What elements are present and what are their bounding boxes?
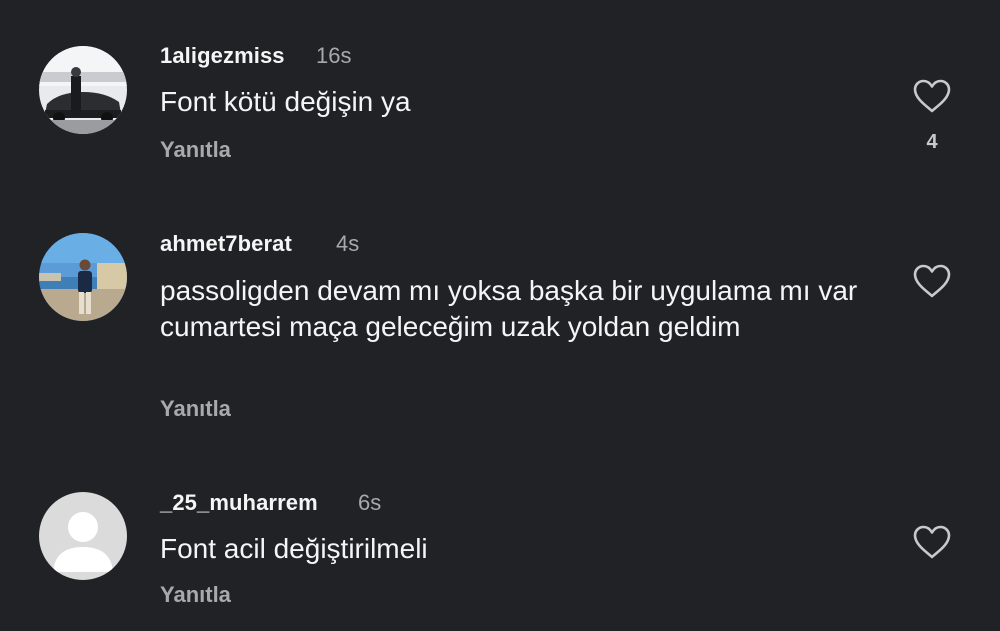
comment-username[interactable]: 1aligezmiss	[160, 43, 285, 69]
comments-screen: { "colors": { "background": "#212226", "…	[0, 0, 1000, 631]
comment-text: Font acil değiştirilmeli	[160, 533, 428, 564]
comment-username[interactable]: ahmet7berat	[160, 231, 292, 257]
heart-outline-icon	[913, 525, 951, 559]
comment-item: 1aligezmiss 16s Font kötü değişin ya Yan…	[0, 0, 1000, 190]
heart-outline-icon	[913, 264, 951, 298]
reply-button[interactable]: Yanıtla	[160, 582, 231, 608]
default-avatar-icon	[39, 492, 127, 580]
comment-timestamp: 4s	[336, 231, 360, 256]
avatar-photo	[39, 46, 127, 134]
heart-outline-icon	[913, 79, 951, 113]
like-button[interactable]	[912, 78, 952, 114]
comment-timestamp: 16s	[316, 43, 352, 68]
like-button[interactable]	[912, 263, 952, 299]
reply-button[interactable]: Yanıtla	[160, 396, 231, 422]
avatar-photo	[39, 233, 127, 321]
comment-text: passoligden devam mı yoksa başka bir uyg…	[160, 275, 858, 342]
reply-button[interactable]: Yanıtla	[160, 137, 231, 163]
like-button[interactable]	[912, 524, 952, 560]
comment-timestamp: 6s	[358, 490, 382, 515]
avatar[interactable]	[39, 46, 127, 134]
avatar[interactable]	[39, 233, 127, 321]
comment-text: Font kötü değişin ya	[160, 86, 411, 117]
avatar[interactable]	[39, 492, 127, 580]
comment-item: ahmet7berat 4s passoligden devam mı yoks…	[0, 190, 1000, 450]
comment-item: _25_muharrem 6s Font acil değiştirilmeli…	[0, 450, 1000, 631]
like-count: 4	[926, 131, 938, 153]
comment-username[interactable]: _25_muharrem	[160, 490, 318, 516]
